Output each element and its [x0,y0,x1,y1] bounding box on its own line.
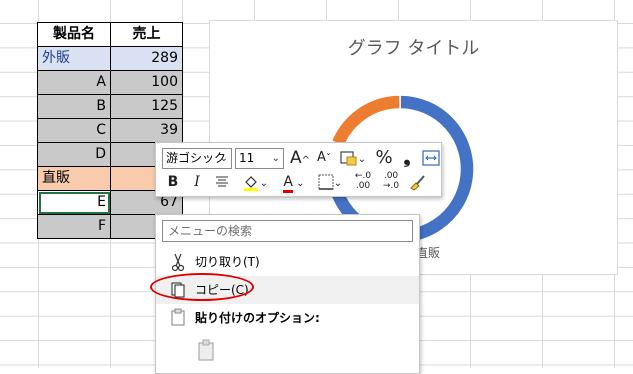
cell-name[interactable]: B [37,94,111,119]
donut-slice-2[interactable] [330,94,401,148]
cell-name[interactable]: D [37,142,111,167]
align-center-icon [216,176,228,187]
borders-button[interactable]: ⌄ [315,171,345,193]
bold-button[interactable]: B [164,171,182,193]
fill-color-button[interactable]: ⌄ [239,171,271,193]
percent-style-button[interactable]: % [373,147,395,169]
clipboard-icon [171,308,185,326]
menu-item-paste-options: 貼り付けのオプション: [156,304,419,332]
header-product-name[interactable]: 製品名 [37,22,111,47]
accounting-format-icon [340,151,357,166]
caret-up-icon: ^ [301,155,311,166]
decimal-top-text: .00 [383,171,399,181]
decimal-bottom-text: .00 [355,181,371,191]
decimal-bottom-text: →.0 [382,181,400,191]
paste-option-button[interactable] [192,336,220,364]
shrink-font-icon: A [317,150,326,165]
chevron-down-icon: ⌄ [293,178,305,189]
border-icon [318,174,334,190]
decimal-top-text: ←.0 [354,171,372,181]
chevron-down-icon: ⌄ [271,153,280,164]
format-painter-button[interactable] [406,171,428,193]
grow-font-icon: A [289,148,302,168]
merge-center-button[interactable] [420,147,442,169]
cell-name[interactable]: 直販 [37,166,111,191]
chevron-down-icon: ⌄ [333,178,343,189]
menu-item-label: 切り取り(T) [195,255,260,269]
table-row: C 39 [37,118,183,143]
align-center-button[interactable] [212,171,232,193]
menu-search-input[interactable]: メニューの検索 [162,220,413,242]
data-table: 製品名 売上 外販 289 A 100 B 125 C 39 D 直販 E 67… [37,22,183,239]
chevron-down-icon: ⌄ [219,153,228,164]
table-row: 外販 289 [37,46,183,71]
cell-value[interactable]: 39 [110,118,183,143]
merge-center-icon [422,150,440,166]
cell-name[interactable]: 外販 [37,46,111,71]
table-row: B 125 [37,94,183,119]
font-name-value: 游ゴシック [166,151,227,165]
chevron-down-icon: ⌄ [259,178,269,189]
font-name-select[interactable]: 游ゴシック ⌄ [162,148,232,169]
table-row: A 100 [37,70,183,95]
decrease-decimal-button[interactable]: ←.0 .00 [351,171,375,193]
scissors-icon [171,253,185,272]
italic-button[interactable]: I [188,171,206,193]
chevron-down-icon: ⌄ [357,154,367,165]
header-sales[interactable]: 売上 [110,22,183,47]
cell-value[interactable]: 100 [110,70,183,95]
menu-item-cut[interactable]: 切り取り(T) [156,248,419,276]
font-color-icon: A [283,175,293,193]
font-size-select[interactable]: 11 ⌄ [235,148,284,169]
paste-clipboard-icon [198,339,214,361]
table-header-row: 製品名 売上 [37,22,183,47]
increase-decimal-button[interactable]: .00 →.0 [379,171,403,193]
active-cell[interactable]: E [37,190,111,215]
caret-down-icon: ˇ [325,153,331,164]
mini-toolbar: 游ゴシック ⌄ 11 ⌄ A^ Aˇ ⌄ % ❟ B I ⌄ A ⌄ ⌄ ←.0… [155,142,442,197]
font-size-value: 11 [239,151,255,165]
copy-highlight-annotation [150,273,254,301]
cell-name[interactable]: A [37,70,111,95]
menu-item-label: 貼り付けのオプション: [195,311,320,325]
chart-title[interactable]: グラフ タイトル [210,34,617,60]
accounting-format-button[interactable]: ⌄ [338,147,368,169]
shrink-font-button[interactable]: Aˇ [313,147,335,169]
brush-icon [410,175,425,191]
font-color-button[interactable]: A ⌄ [279,171,309,193]
paint-bucket-icon [243,176,258,191]
cell-value[interactable]: 125 [110,94,183,119]
grow-font-button[interactable]: A^ [289,147,311,169]
comma-style-button[interactable]: ❟ [398,147,416,169]
cell-name[interactable]: C [37,118,111,143]
cell-value[interactable]: 289 [110,46,183,71]
cell-name[interactable]: F [37,214,111,239]
